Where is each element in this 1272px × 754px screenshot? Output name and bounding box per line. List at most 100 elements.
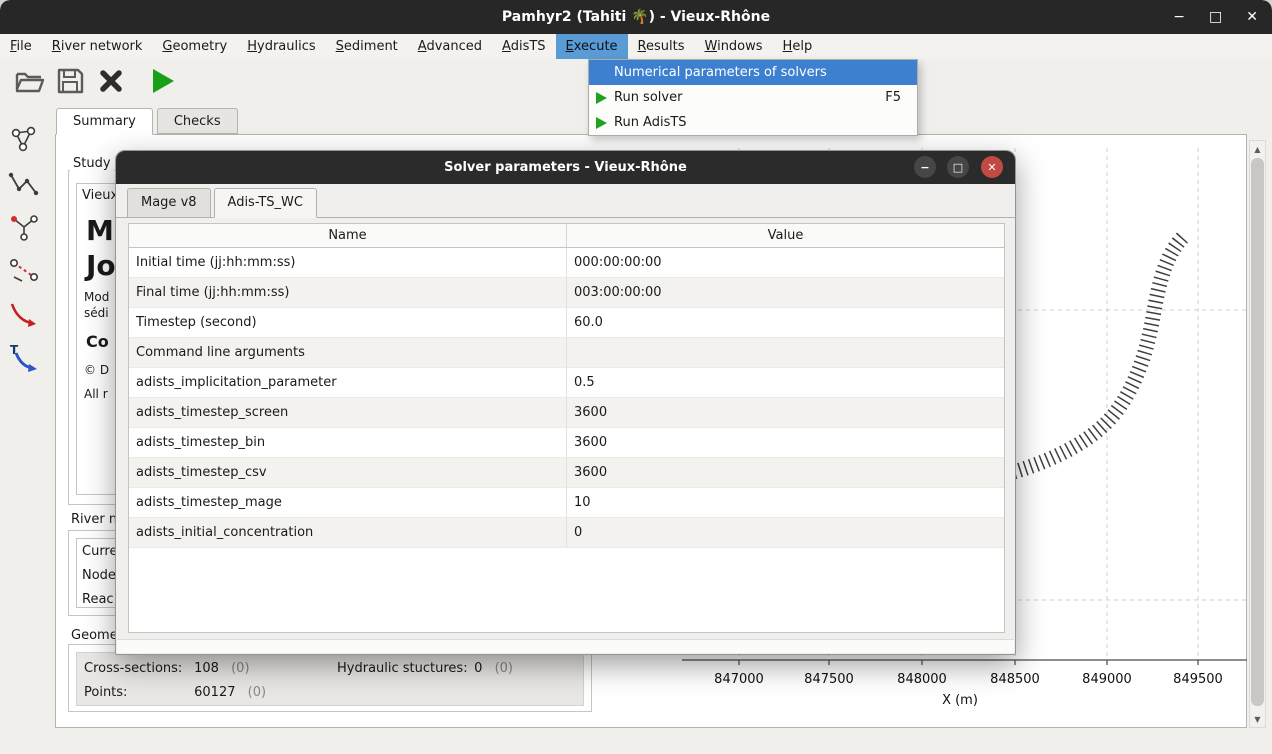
save-button[interactable] xyxy=(53,64,87,98)
param-value-cell[interactable]: 3600 xyxy=(567,428,1004,457)
dialog-title: Solver parameters - Vieux-Rhône xyxy=(444,160,687,175)
scroll-up-icon[interactable]: ▲ xyxy=(1250,141,1265,157)
menu-geometry[interactable]: Geometry xyxy=(152,34,237,59)
menu-item-label: Run AdisTS xyxy=(614,115,687,130)
menu-advanced[interactable]: Advanced xyxy=(408,34,492,59)
menu-execute[interactable]: Execute xyxy=(556,34,628,59)
solver-tabs: Mage v8 Adis-TS_WC xyxy=(127,188,317,218)
study-heading-line1: M xyxy=(86,214,114,247)
window-controls: − □ ✕ xyxy=(1173,0,1258,34)
column-header-name[interactable]: Name xyxy=(129,224,567,247)
scrollbar-thumb[interactable] xyxy=(1251,158,1264,706)
reach-dashed-icon[interactable] xyxy=(8,254,40,286)
river-network-icon[interactable] xyxy=(8,124,40,156)
minimize-icon[interactable]: − xyxy=(1173,9,1185,25)
dialog-close-icon[interactable]: ✕ xyxy=(981,156,1003,178)
param-value-cell[interactable]: 60.0 xyxy=(567,308,1004,337)
param-name-cell[interactable]: Command line arguments xyxy=(129,338,567,367)
param-value-cell[interactable]: 003:00:00:00 xyxy=(567,278,1004,307)
param-value-cell[interactable]: 0 xyxy=(567,518,1004,547)
run-solver-button[interactable] xyxy=(145,64,179,98)
tab-mage-v8[interactable]: Mage v8 xyxy=(127,188,211,218)
param-value-cell[interactable] xyxy=(567,338,1004,367)
close-study-button[interactable] xyxy=(94,64,128,98)
param-name-cell[interactable]: Initial time (jj:hh:mm:ss) xyxy=(129,248,567,277)
table-row: adists_initial_concentration 0 xyxy=(129,518,1004,548)
cross-sections-label: Cross-sections: xyxy=(84,661,190,676)
study-description-line2: sédi xyxy=(84,306,109,320)
param-value-cell[interactable]: 000:00:00:00 xyxy=(567,248,1004,277)
left-toolbar: T xyxy=(0,103,52,754)
menu-hydraulics[interactable]: Hydraulics xyxy=(237,34,325,59)
study-name-text: Vieux xyxy=(82,188,118,203)
x-tick: 847000 xyxy=(714,672,764,687)
param-name-cell[interactable]: adists_timestep_csv xyxy=(129,458,567,487)
structures-stat: Hydraulic stuctures: 0 (0) xyxy=(337,661,513,676)
param-name-cell[interactable]: Final time (jj:hh:mm:ss) xyxy=(129,278,567,307)
menu-item-numerical-parameters[interactable]: Numerical parameters of solvers xyxy=(589,60,917,85)
tab-adis-ts-wc[interactable]: Adis-TS_WC xyxy=(214,188,317,218)
param-name-cell[interactable]: adists_initial_concentration xyxy=(129,518,567,547)
solver-parameters-dialog: Solver parameters - Vieux-Rhône − □ ✕ Ma… xyxy=(115,150,1016,655)
x-tick: 848500 xyxy=(990,672,1040,687)
menu-river-network[interactable]: River network xyxy=(42,34,153,59)
points-extra: (0) xyxy=(248,685,266,700)
cross-sections-value: 108 xyxy=(194,661,219,676)
tab-summary[interactable]: Summary xyxy=(56,108,153,135)
dialog-maximize-icon[interactable]: □ xyxy=(947,156,969,178)
points-stat: Points: 60127 (0) xyxy=(84,685,266,700)
table-row: Final time (jj:hh:mm:ss) 003:00:00:00 xyxy=(129,278,1004,308)
param-name-cell[interactable]: adists_timestep_screen xyxy=(129,398,567,427)
close-icon[interactable]: ✕ xyxy=(1246,9,1258,25)
menu-adists[interactable]: AdisTS xyxy=(492,34,556,59)
table-row: Timestep (second) 60.0 xyxy=(129,308,1004,338)
table-row: adists_implicitation_parameter 0.5 xyxy=(129,368,1004,398)
structures-extra: (0) xyxy=(495,661,513,676)
structures-label: Hydraulic stuctures: xyxy=(337,661,470,676)
tab-checks[interactable]: Checks xyxy=(157,108,238,134)
table-row: adists_timestep_csv 3600 xyxy=(129,458,1004,488)
x-tick: 849500 xyxy=(1173,672,1223,687)
dialog-titlebar[interactable]: Solver parameters - Vieux-Rhône − □ ✕ xyxy=(116,151,1015,184)
adists-temperature-icon[interactable]: T xyxy=(8,341,40,373)
nodes-point-icon[interactable] xyxy=(8,211,40,243)
points-value: 60127 xyxy=(194,685,235,700)
menu-sediment[interactable]: Sediment xyxy=(326,34,408,59)
geometry-group-title: Geome xyxy=(68,628,121,643)
study-description-line1: Mod xyxy=(84,290,109,304)
dialog-minimize-icon[interactable]: − xyxy=(914,156,936,178)
scroll-down-icon[interactable]: ▼ xyxy=(1250,711,1265,727)
menu-file[interactable]: File xyxy=(0,34,42,59)
open-folder-button[interactable] xyxy=(12,64,46,98)
rights-text: All r xyxy=(84,387,108,401)
menu-help[interactable]: Help xyxy=(773,34,823,59)
column-header-value[interactable]: Value xyxy=(567,224,1004,247)
window-titlebar[interactable]: Pamhyr2 (Tahiti 🌴) - Vieux-Rhône − □ ✕ xyxy=(0,0,1272,34)
vertical-scrollbar[interactable]: ▲ ▼ xyxy=(1249,140,1266,728)
cross-sections-stat: Cross-sections: 108 (0) xyxy=(84,661,250,676)
param-name-cell[interactable]: adists_timestep_bin xyxy=(129,428,567,457)
study-group-title: Study xyxy=(70,156,114,171)
param-value-cell[interactable]: 0.5 xyxy=(567,368,1004,397)
param-value-cell[interactable]: 3600 xyxy=(567,458,1004,487)
cross-sections-extra: (0) xyxy=(231,661,249,676)
parameters-table: Name Value Initial time (jj:hh:mm:ss) 00… xyxy=(128,223,1005,633)
sediment-curve-red-icon[interactable] xyxy=(8,298,40,330)
menu-results[interactable]: Results xyxy=(628,34,695,59)
menu-item-run-solver[interactable]: Run solver F5 xyxy=(589,85,917,110)
param-name-cell[interactable]: adists_implicitation_parameter xyxy=(129,368,567,397)
table-row: adists_timestep_bin 3600 xyxy=(129,428,1004,458)
param-name-cell[interactable]: Timestep (second) xyxy=(129,308,567,337)
param-value-cell[interactable]: 3600 xyxy=(567,398,1004,427)
menu-item-run-adists[interactable]: Run AdisTS xyxy=(589,110,917,135)
geometry-profile-icon[interactable] xyxy=(8,168,40,200)
param-name-cell[interactable]: adists_timestep_mage xyxy=(129,488,567,517)
main-tabs: Summary Checks xyxy=(56,108,238,135)
menu-windows[interactable]: Windows xyxy=(695,34,773,59)
delete-x-icon xyxy=(95,65,127,97)
table-row: Initial time (jj:hh:mm:ss) 000:00:00:00 xyxy=(129,248,1004,278)
param-value-cell[interactable]: 10 xyxy=(567,488,1004,517)
maximize-icon[interactable]: □ xyxy=(1209,9,1222,25)
menu-item-shortcut: F5 xyxy=(885,90,901,105)
play-icon xyxy=(589,117,614,129)
